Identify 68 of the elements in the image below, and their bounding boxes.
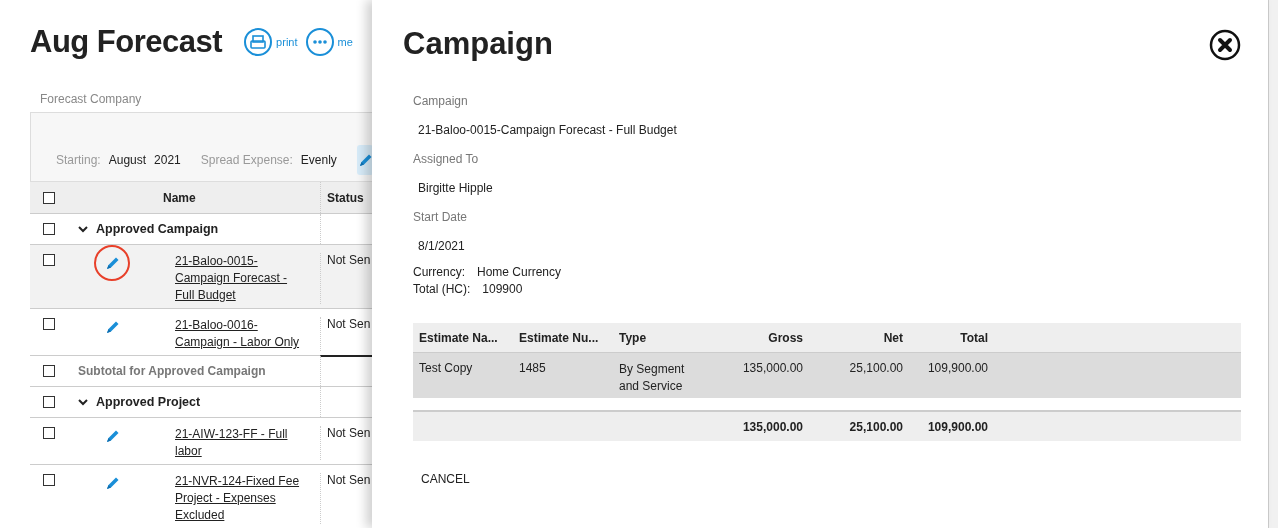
- checkbox[interactable]: [43, 318, 55, 330]
- page-title: Aug Forecast: [30, 24, 223, 60]
- column-header: Status: [327, 190, 364, 205]
- table-cell: 109,900.00: [927, 361, 988, 375]
- subtotal-label: Subtotal for Approved Campaign: [78, 364, 266, 378]
- panel-title: Campaign: [403, 26, 553, 62]
- cancel-button[interactable]: CANCEL: [413, 466, 478, 492]
- status-text: Not Sen: [327, 426, 371, 440]
- table-cell: 1485: [519, 361, 546, 375]
- status-text: Not Sen: [327, 253, 371, 267]
- summary-label: Currency:: [413, 264, 465, 281]
- column-header: Net: [883, 330, 903, 345]
- column-header: Total: [960, 330, 988, 345]
- table-cell: 135,000.00: [742, 361, 803, 375]
- checkbox[interactable]: [43, 365, 55, 377]
- field-label: Campaign: [413, 94, 469, 110]
- action-link[interactable]: print: [276, 36, 298, 48]
- group-title: Approved Project: [96, 395, 201, 409]
- summary-value: Home Currency: [477, 264, 562, 281]
- total-value: 135,000.00: [742, 419, 803, 434]
- filter-label: Starting:: [56, 153, 101, 167]
- group-title: Approved Campaign: [96, 222, 219, 236]
- print-icon[interactable]: [244, 28, 273, 56]
- row-link[interactable]: 21-Baloo-0015-Campaign Forecast - Full Budget: [175, 253, 308, 304]
- column-header: Type: [619, 330, 647, 345]
- pencil-icon[interactable]: [104, 319, 120, 335]
- checkbox[interactable]: [43, 254, 55, 266]
- total-value: 25,100.00: [849, 419, 903, 434]
- column-header: Estimate Nu...: [519, 330, 599, 345]
- field-value: 8/1/2021: [418, 239, 466, 255]
- chevron-icon[interactable]: [78, 225, 88, 233]
- summary-value: 109900: [482, 281, 523, 298]
- filter-value: August: [108, 153, 147, 167]
- field-value: 21-Baloo-0015-Campaign Forecast - Full Budget: [418, 123, 678, 139]
- total-value: 109,900.00: [927, 419, 988, 434]
- status-text: Not Sen: [327, 473, 371, 487]
- column-header: Gross: [768, 330, 803, 345]
- filter-value: Evenly: [300, 153, 337, 167]
- checkbox[interactable]: [43, 474, 55, 486]
- close-icon[interactable]: [1209, 29, 1241, 61]
- row-link[interactable]: 21-NVR-124-Fixed Fee Project - Expenses Excluded: [175, 473, 308, 524]
- checkbox[interactable]: [43, 427, 55, 439]
- chevron-icon[interactable]: [78, 398, 88, 406]
- checkbox[interactable]: [43, 396, 55, 408]
- status-text: Not Sen: [327, 317, 371, 331]
- pencil-icon[interactable]: [104, 255, 120, 271]
- column-header: Estimate Na...: [419, 330, 498, 345]
- field-value: Birgitte Hipple: [418, 181, 494, 197]
- row-link[interactable]: 21-Baloo-0016-Campaign - Labor Only: [175, 317, 308, 351]
- pencil-icon[interactable]: [104, 428, 120, 444]
- table-cell: Test Copy: [419, 361, 473, 375]
- table-cell: 25,100.00: [849, 361, 903, 375]
- table-row[interactable]: 21-Baloo-0015-Campaign Forecast - Full Budget Not Sen: [30, 245, 372, 309]
- table-cell-text: By Segment and Service: [619, 361, 686, 395]
- pencil-icon[interactable]: [104, 475, 120, 491]
- filter-label: Spread Expense:: [200, 153, 293, 167]
- edit-button[interactable]: [356, 145, 372, 175]
- more-icon[interactable]: [305, 28, 334, 56]
- column-header: Name: [163, 190, 196, 205]
- summary-label: Total (HC):: [413, 281, 471, 298]
- checkbox[interactable]: [43, 191, 55, 204]
- field-label: Start Date: [413, 210, 469, 226]
- filter-value: 2021: [154, 153, 181, 167]
- action-link[interactable]: me: [337, 36, 353, 48]
- checkbox[interactable]: [43, 223, 55, 235]
- row-link[interactable]: 21-AIW-123-FF - Full labor: [175, 426, 308, 460]
- company-label: Forecast Company: [40, 92, 143, 108]
- field-label: Assigned To: [413, 152, 480, 168]
